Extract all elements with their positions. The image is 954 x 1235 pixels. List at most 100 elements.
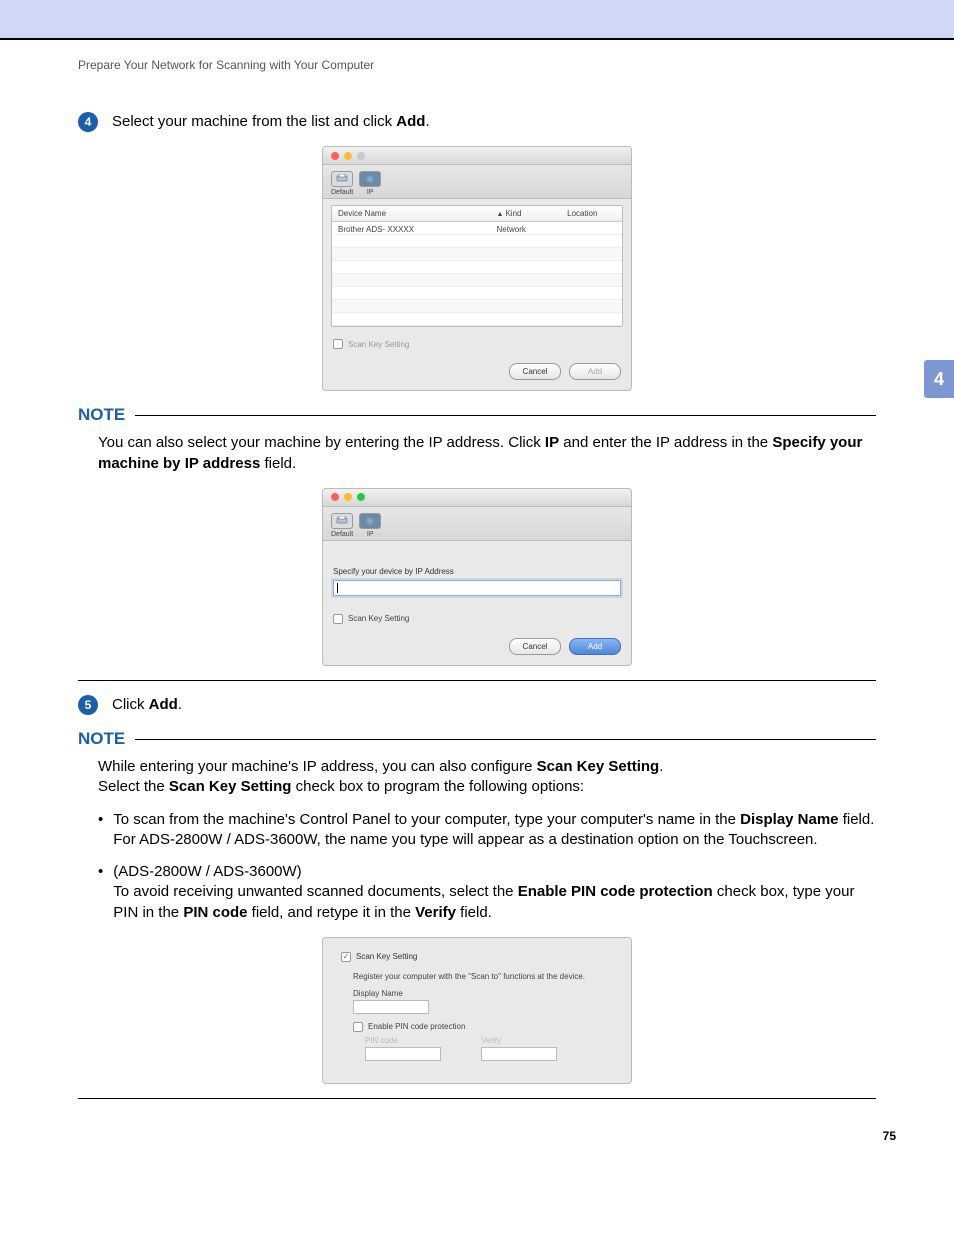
rule (78, 680, 876, 681)
col-device-name[interactable]: Device Name (332, 206, 491, 221)
text: While entering your machine's IP address… (98, 758, 537, 775)
table-row[interactable]: Brother ADS- XXXXX Network (332, 222, 622, 235)
cell-kind: Network (491, 222, 562, 234)
tab-ip[interactable]: IP (359, 171, 381, 196)
tab-default[interactable]: Default (331, 513, 353, 538)
tab-default[interactable]: Default (331, 171, 353, 196)
tab-label: IP (367, 189, 374, 196)
pin-code-label: PIN code (365, 1036, 441, 1045)
table-row (332, 235, 622, 248)
step-5-text: Click Add. (112, 695, 182, 715)
list-text: To scan from the machine's Control Panel… (113, 810, 876, 851)
scan-key-label: Scan Key Setting (348, 340, 409, 349)
pin-code-input[interactable] (365, 1047, 441, 1061)
step-number-icon: 5 (78, 695, 98, 715)
table-row (332, 274, 622, 287)
display-name-row (353, 1000, 613, 1014)
rule (135, 415, 876, 416)
scan-key-checkbox[interactable] (333, 614, 343, 624)
cell-name: Brother ADS- XXXXX (332, 222, 491, 234)
step-5: 5 Click Add. (78, 695, 876, 715)
text-cursor-icon (337, 583, 338, 593)
enable-pin-checkbox[interactable] (353, 1022, 363, 1032)
dialog-buttons: Cancel Add (323, 632, 631, 665)
display-name-input[interactable] (353, 1000, 429, 1014)
sort-caret-icon: ▲ (497, 211, 504, 218)
label: Kind (505, 209, 521, 218)
close-icon[interactable] (331, 152, 339, 160)
text: . (425, 113, 429, 130)
globe-icon (359, 513, 381, 529)
bullet-list: • To scan from the machine's Control Pan… (78, 810, 876, 923)
text-bold: Scan Key Setting (169, 778, 292, 795)
add-button[interactable]: Add (569, 363, 621, 380)
text: field. (456, 904, 492, 921)
text: check box to program the following optio… (291, 778, 584, 795)
table-row (332, 261, 622, 274)
text: To scan from the machine's Control Panel… (113, 811, 740, 828)
ip-field-label: Specify your device by IP Address (333, 567, 621, 576)
display-name-label: Display Name (353, 989, 613, 998)
ip-address-input[interactable] (333, 580, 621, 596)
table-row (332, 248, 622, 261)
minimize-icon[interactable] (344, 152, 352, 160)
step-4: 4 Select your machine from the list and … (78, 112, 876, 132)
text: You can also select your machine by ente… (98, 434, 545, 451)
pin-row: PIN code Verify (365, 1036, 613, 1061)
note-label: NOTE (78, 729, 125, 749)
verify-label: Verify (481, 1036, 557, 1045)
note-heading: NOTE (78, 405, 876, 425)
text: Click (112, 696, 149, 713)
device-picker-dialog: Default IP Device Name ▲Kind Location Br… (322, 146, 632, 391)
tab-ip[interactable]: IP (359, 513, 381, 538)
pin-col: PIN code (365, 1036, 441, 1061)
scan-key-checkbox[interactable] (341, 952, 351, 962)
titlebar (323, 147, 631, 165)
close-icon[interactable] (331, 493, 339, 501)
list-item: • To scan from the machine's Control Pan… (98, 810, 876, 851)
minimize-icon[interactable] (344, 493, 352, 501)
cancel-button[interactable]: Cancel (509, 638, 561, 655)
bullet-icon: • (98, 862, 103, 923)
text: (ADS-2800W / ADS-3600W) (113, 863, 301, 880)
page-content: Prepare Your Network for Scanning with Y… (0, 58, 954, 1183)
text-bold: Scan Key Setting (537, 758, 660, 775)
scan-key-settings-dialog: Scan Key Setting Register your computer … (322, 937, 632, 1084)
text-bold: Enable PIN code protection (518, 883, 713, 900)
step-number-icon: 4 (78, 112, 98, 132)
note-2-body: While entering your machine's IP address… (78, 757, 876, 798)
note-1-body: You can also select your machine by ente… (78, 433, 876, 474)
titlebar (323, 489, 631, 507)
text-bold: IP (545, 434, 559, 451)
text: field, and retype it in the (248, 904, 416, 921)
scan-key-setting-row: Scan Key Setting (323, 606, 631, 632)
sks-panel: Scan Key Setting Register your computer … (331, 944, 623, 1069)
list-text: (ADS-2800W / ADS-3600W) To avoid receivi… (113, 862, 876, 923)
toolbar: Default IP (323, 507, 631, 541)
text: . (178, 696, 182, 713)
printer-icon (331, 171, 353, 187)
cancel-button[interactable]: Cancel (509, 363, 561, 380)
ip-entry-dialog: Default IP Specify your device by IP Add… (322, 488, 632, 666)
col-kind[interactable]: ▲Kind (491, 206, 562, 221)
verify-input[interactable] (481, 1047, 557, 1061)
text: Select the (98, 778, 169, 795)
dialog-buttons: Cancel Add (323, 357, 631, 390)
device-table: Device Name ▲Kind Location Brother ADS- … (331, 205, 623, 327)
text: . (659, 758, 663, 775)
text: and enter the IP address in the (559, 434, 772, 451)
sks-header: Scan Key Setting (341, 952, 613, 962)
zoom-icon[interactable] (357, 493, 365, 501)
ip-body: Specify your device by IP Address (323, 541, 631, 606)
table-row (332, 300, 622, 313)
col-location[interactable]: Location (561, 206, 622, 221)
zoom-icon (357, 152, 365, 160)
table-row (332, 287, 622, 300)
add-button[interactable]: Add (569, 638, 621, 655)
cell-loc (561, 222, 622, 234)
list-item: • (ADS-2800W / ADS-3600W) To avoid recei… (98, 862, 876, 923)
scan-key-checkbox[interactable] (333, 339, 343, 349)
tab-label: IP (367, 531, 374, 538)
text: To avoid receiving unwanted scanned docu… (113, 883, 517, 900)
bullet-icon: • (98, 810, 103, 851)
